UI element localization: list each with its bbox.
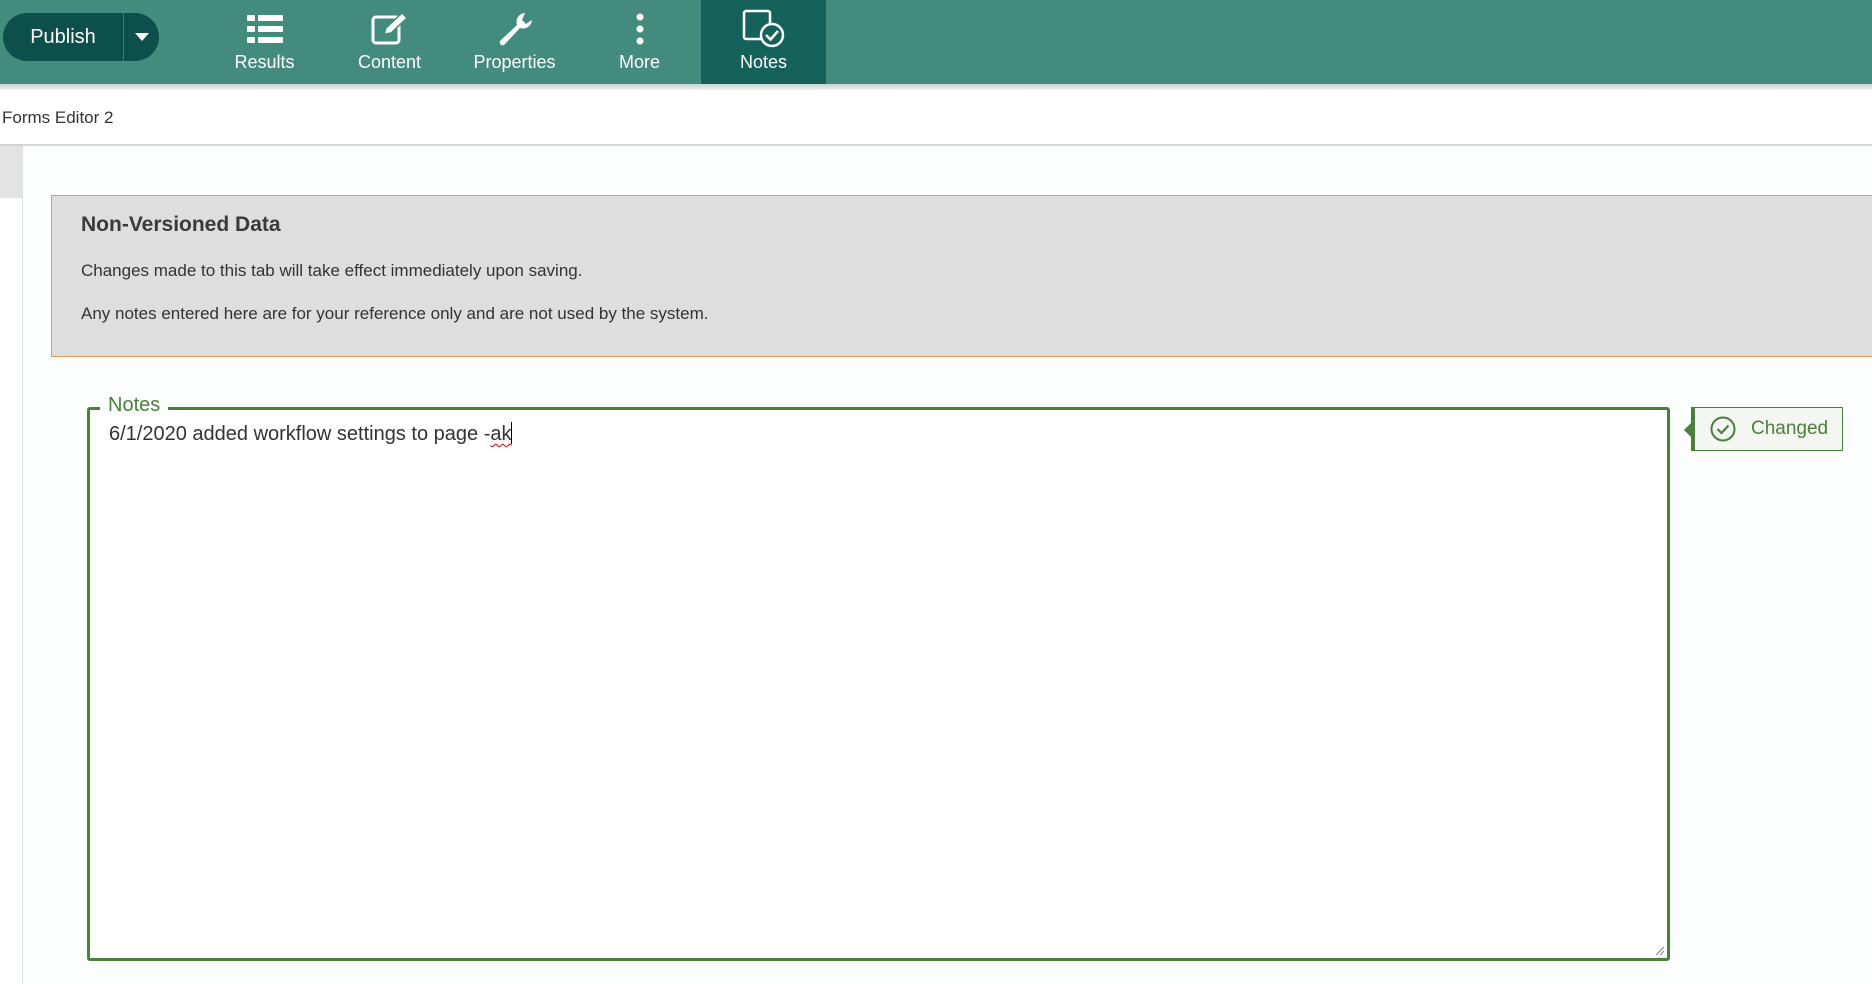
breadcrumb: Forms Editor 2	[2, 108, 114, 127]
edit-icon	[370, 10, 410, 48]
toolbar-results-button[interactable]: Results	[202, 0, 327, 84]
toolbar-notes-label: Notes	[739, 52, 788, 72]
notes-text-main: 6/1/2020 added workflow settings to page…	[109, 423, 491, 445]
toolbar-more-label: More	[618, 52, 660, 72]
toolbar-more-button[interactable]: More	[577, 0, 702, 84]
toolbar-content-button[interactable]: Content	[327, 0, 452, 84]
wrench-icon	[495, 10, 535, 48]
non-versioned-notice: Non-Versioned Data Changes made to this …	[51, 195, 1872, 357]
chevron-down-icon	[134, 33, 149, 41]
notes-value[interactable]: 6/1/2020 added workflow settings to page…	[109, 422, 513, 446]
toolbar-properties-button[interactable]: Properties	[452, 0, 577, 84]
notice-text: Changes made to this tab will take effec…	[81, 261, 583, 280]
more-vertical-icon	[634, 10, 646, 48]
notes-check-icon	[741, 9, 787, 48]
changed-status-badge: Changed	[1684, 407, 1843, 451]
toolbar-notes-button[interactable]: Notes	[701, 0, 826, 84]
left-gutter-divider	[22, 146, 23, 984]
toolbar-content-label: Content	[357, 52, 422, 72]
breadcrumb-bar: Forms Editor 2	[0, 90, 1872, 146]
notice-title: Non-Versioned Data	[81, 213, 281, 236]
changed-status-label: Changed	[1751, 418, 1829, 439]
badge-pointer	[1684, 423, 1691, 437]
toolbar-properties-label: Properties	[473, 52, 556, 72]
top-toolbar: Publish Results Content Properties More …	[0, 0, 1872, 84]
resize-grip-icon[interactable]	[1653, 944, 1665, 956]
publish-dropdown-button[interactable]	[124, 33, 159, 41]
notes-textarea[interactable]	[87, 407, 1670, 961]
publish-button[interactable]: Publish	[3, 13, 159, 61]
notes-label: Notes	[100, 394, 169, 417]
left-gutter-tab	[0, 146, 22, 198]
list-icon	[245, 10, 285, 48]
publish-label: Publish	[30, 25, 96, 48]
check-circle-icon	[1710, 416, 1736, 442]
text-cursor	[511, 422, 513, 444]
misspelled-word: ak	[490, 423, 512, 445]
toolbar-results-label: Results	[234, 52, 295, 72]
notice-text: Any notes entered here are for your refe…	[81, 304, 709, 323]
